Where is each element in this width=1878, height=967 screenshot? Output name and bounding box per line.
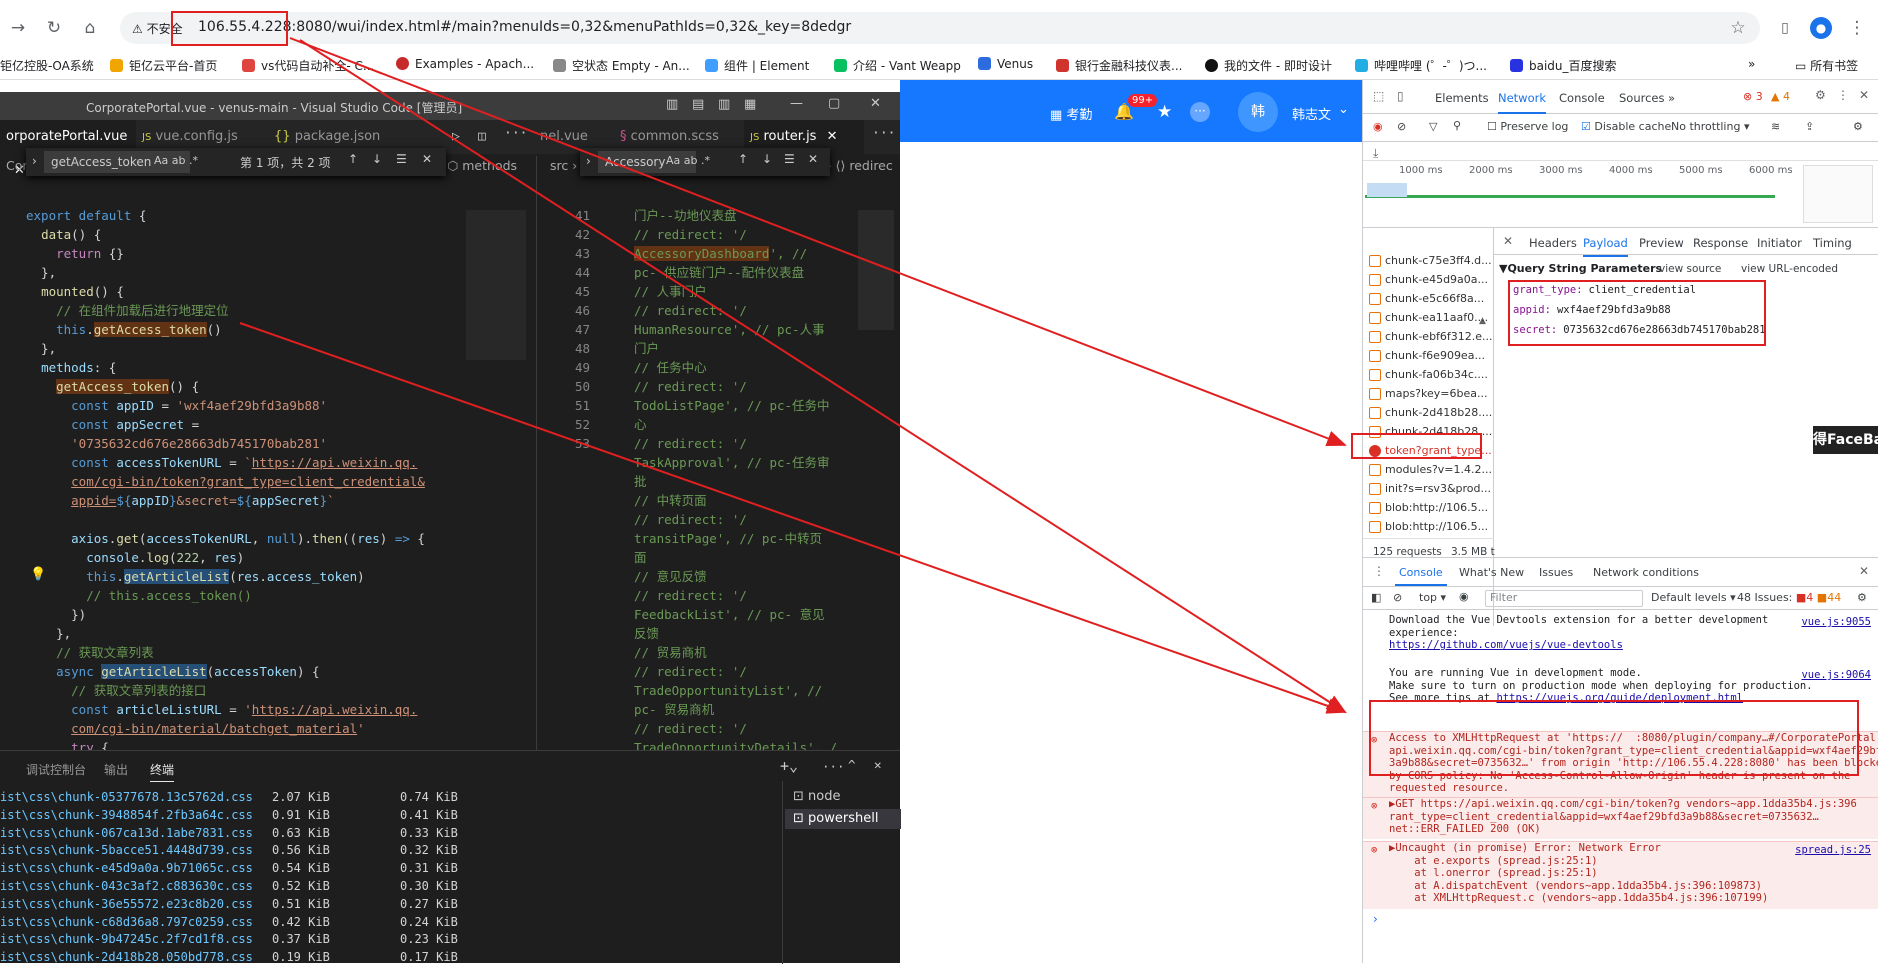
- annotation-arrows: [239, 37, 1347, 714]
- annotation-arrow: [289, 37, 1347, 446]
- annotation-arrow: [299, 39, 1347, 714]
